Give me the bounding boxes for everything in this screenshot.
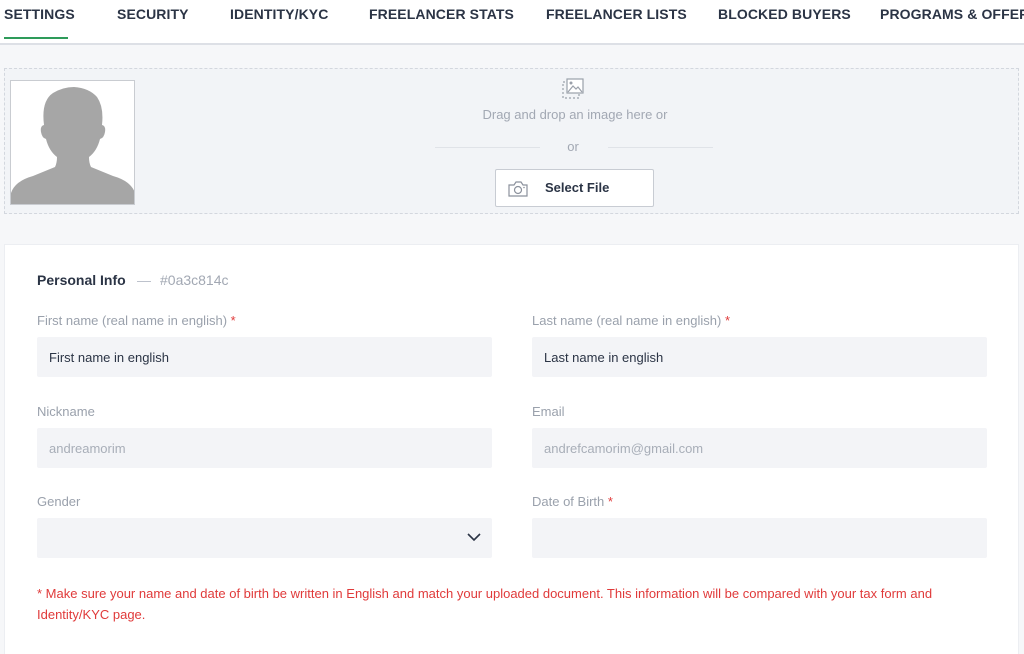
tab-security[interactable]: SECURITY xyxy=(117,6,189,22)
validation-note: * Make sure your name and date of birth … xyxy=(37,586,933,622)
dropzone-instructions: Drag and drop an image here or xyxy=(482,107,668,122)
required-marker: * xyxy=(607,494,613,509)
email-input[interactable] xyxy=(532,428,987,468)
email-label: Email xyxy=(532,404,565,419)
gender-label: Gender xyxy=(37,494,81,509)
tab-settings[interactable]: SETTINGS xyxy=(4,6,75,39)
last-name-input[interactable] xyxy=(532,337,987,377)
tab-blocked-buyers[interactable]: BLOCKED BUYERS xyxy=(718,6,851,22)
last-name-label-text: Last name (real name in english) xyxy=(532,313,722,328)
select-file-button[interactable]: Select File xyxy=(495,169,654,207)
first-name-label: First name (real name in english) * xyxy=(37,313,236,328)
section-title: Personal Info xyxy=(37,272,126,288)
or-separator: or xyxy=(567,139,579,154)
tab-freelancer-stats[interactable]: FREELANCER STATS xyxy=(369,6,514,22)
first-name-input[interactable] xyxy=(37,337,492,377)
tab-freelancer-lists[interactable]: FREELANCER LISTS xyxy=(546,6,687,22)
gender-select[interactable] xyxy=(37,518,492,558)
user-silhouette-icon xyxy=(11,87,134,204)
required-marker: * xyxy=(724,313,731,328)
divider-right xyxy=(608,147,713,148)
avatar-placeholder xyxy=(10,80,135,205)
required-marker: * xyxy=(230,313,236,328)
tab-programs-offers[interactable]: PROGRAMS & OFFERS xyxy=(880,6,1024,22)
section-dash: — xyxy=(137,272,151,288)
last-name-label: Last name (real name in english) * xyxy=(532,313,730,328)
image-dropzone[interactable]: Drag and drop an image here or or Select… xyxy=(4,68,1019,214)
dob-label-text: Date of Birth xyxy=(532,494,605,509)
first-name-label-text: First name (real name in english) xyxy=(37,313,228,328)
dob-label: Date of Birth * xyxy=(532,494,613,509)
image-upload-icon xyxy=(562,78,584,99)
tab-identity-kyc[interactable]: IDENTITY/KYC xyxy=(230,6,328,22)
divider-left xyxy=(435,147,540,148)
nickname-label: Nickname xyxy=(37,404,95,419)
select-file-label: Select File xyxy=(545,180,610,195)
tab-bar: SETTINGS SECURITY IDENTITY/KYC FREELANCE… xyxy=(0,0,1024,45)
nickname-input[interactable] xyxy=(37,428,492,468)
camera-icon xyxy=(508,181,528,197)
personal-info-card: Personal Info — #0a3c814c First name (re… xyxy=(4,244,1019,654)
dob-input[interactable] xyxy=(532,518,987,558)
user-id: #0a3c814c xyxy=(160,272,229,288)
